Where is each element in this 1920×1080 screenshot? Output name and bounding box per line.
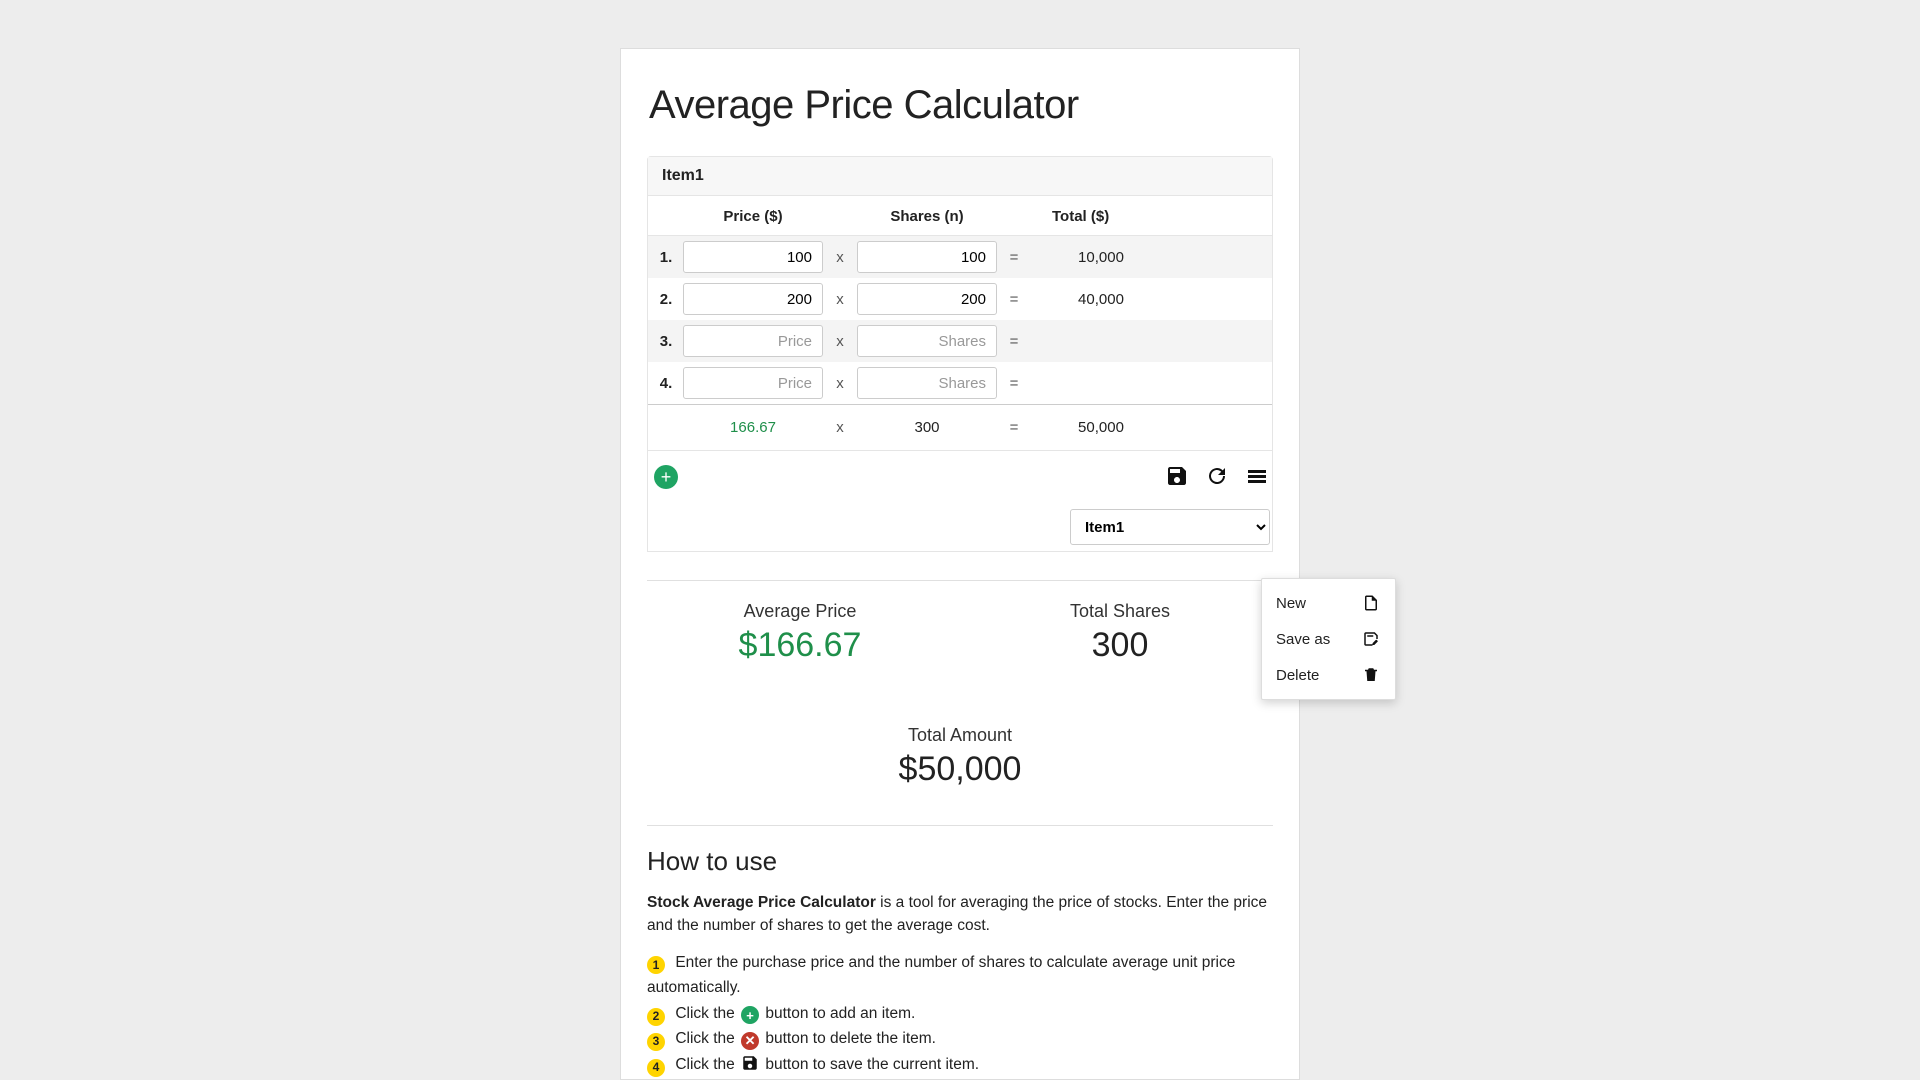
save-icon <box>741 1054 759 1072</box>
add-row-button[interactable]: + <box>654 465 678 489</box>
price-input[interactable] <box>683 367 823 399</box>
row-total: 40,000 <box>1026 278 1272 320</box>
table-row: 2. x = 40,000 <box>648 278 1272 320</box>
equals-op: = <box>1002 405 1026 451</box>
menu-label: New <box>1276 595 1306 612</box>
divider <box>647 580 1273 581</box>
col-blank-op1 <box>828 196 852 236</box>
row-index: 3. <box>648 320 678 362</box>
times-op: x <box>828 362 852 405</box>
equals-op: = <box>1002 236 1026 279</box>
shares-input[interactable] <box>857 367 997 399</box>
howto-intro: Stock Average Price Calculator is a tool… <box>647 891 1273 938</box>
step-badge: 2 <box>647 1008 665 1026</box>
price-input[interactable] <box>683 241 823 273</box>
howto-step-3: 3 Click the ✕ button to delete the item. <box>647 1026 1273 1052</box>
times-op: x <box>828 320 852 362</box>
totals-row: 166.67 x 300 = 50,000 <box>648 405 1272 451</box>
page-title: Average Price Calculator <box>649 83 1273 128</box>
menu-item-new[interactable]: New <box>1262 585 1395 621</box>
menu-icon <box>1245 464 1269 488</box>
col-blank <box>648 196 678 236</box>
step-text: Enter the purchase price and the number … <box>647 954 1235 997</box>
item-select[interactable]: Item1 <box>1070 509 1270 545</box>
totals-shares: 300 <box>852 405 1002 451</box>
refresh-icon <box>1205 464 1229 488</box>
col-blank-op2 <box>1002 196 1026 236</box>
table-row: 3. x = <box>648 320 1272 362</box>
howto-section: How to use Stock Average Price Calculato… <box>647 825 1273 1077</box>
step-badge: 3 <box>647 1033 665 1051</box>
shares-input[interactable] <box>857 241 997 273</box>
times-op: x <box>828 236 852 279</box>
equals-op: = <box>1002 362 1026 405</box>
step-text: Click the <box>675 1005 739 1022</box>
summary-section: Average Price $166.67 Total Shares 300 T… <box>647 601 1273 799</box>
summary-avg-price: Average Price $166.67 <box>700 601 900 665</box>
howto-heading: How to use <box>647 846 1273 877</box>
menu-label: Delete <box>1276 667 1319 684</box>
totals-amount: 50,000 <box>1026 405 1272 451</box>
menu-item-save-as[interactable]: Save as <box>1262 621 1395 657</box>
summary-value: 300 <box>1020 626 1220 665</box>
shares-input[interactable] <box>857 325 997 357</box>
price-input[interactable] <box>683 283 823 315</box>
equals-op: = <box>1002 278 1026 320</box>
close-icon: ✕ <box>741 1032 759 1050</box>
save-icon <box>1165 464 1189 488</box>
step-text: button to save the current item. <box>765 1056 979 1073</box>
step-text: button to delete the item. <box>765 1030 936 1047</box>
summary-total-amount: Total Amount $50,000 <box>860 725 1060 789</box>
more-menu-button[interactable] <box>1244 463 1270 489</box>
item-name-header: Item1 <box>648 157 1272 196</box>
shares-input[interactable] <box>857 283 997 315</box>
summary-value: $50,000 <box>860 750 1060 789</box>
step-badge: 1 <box>647 956 665 974</box>
step-text: Click the <box>675 1056 739 1073</box>
row-index: 1. <box>648 236 678 279</box>
summary-label: Average Price <box>700 601 900 622</box>
summary-label: Total Amount <box>860 725 1060 746</box>
col-shares: Shares (n) <box>852 196 1002 236</box>
step-text: button to add an item. <box>765 1005 915 1022</box>
step-badge: 4 <box>647 1059 665 1077</box>
step-text: Click the <box>675 1030 739 1047</box>
plus-icon: + <box>661 467 672 488</box>
item-panel: Item1 Price ($) Shares (n) Total ($) 1. … <box>647 156 1273 552</box>
howto-step-1: 1 Enter the purchase price and the numbe… <box>647 950 1273 1001</box>
row-total <box>1026 320 1272 362</box>
row-index: 4. <box>648 362 678 405</box>
plus-icon: + <box>741 1006 759 1024</box>
menu-label: Save as <box>1276 631 1330 648</box>
times-op: x <box>828 405 852 451</box>
table-row: 4. x = <box>648 362 1272 405</box>
col-price: Price ($) <box>678 196 828 236</box>
more-menu-dropdown: New Save as Delete <box>1261 578 1396 700</box>
row-index: 2. <box>648 278 678 320</box>
table-row: 1. x = 10,000 <box>648 236 1272 279</box>
menu-item-delete[interactable]: Delete <box>1262 657 1395 693</box>
summary-total-shares: Total Shares 300 <box>1020 601 1220 665</box>
row-total <box>1026 362 1272 405</box>
trash-icon <box>1361 665 1381 685</box>
summary-value: $166.67 <box>700 626 900 665</box>
file-icon <box>1361 593 1381 613</box>
totals-avg-price: 166.67 <box>678 405 828 451</box>
price-input[interactable] <box>683 325 823 357</box>
howto-intro-strong: Stock Average Price Calculator <box>647 894 876 911</box>
times-op: x <box>828 278 852 320</box>
col-total: Total ($) <box>1026 196 1272 236</box>
calc-table: Price ($) Shares (n) Total ($) 1. x = 10… <box>648 196 1272 450</box>
equals-op: = <box>1002 320 1026 362</box>
howto-step-2: 2 Click the + button to add an item. <box>647 1001 1273 1027</box>
howto-step-4: 4 Click the button to save the current i… <box>647 1052 1273 1078</box>
refresh-button[interactable] <box>1204 463 1230 489</box>
save-button[interactable] <box>1164 463 1190 489</box>
toolbar: + Item1 <box>648 450 1272 551</box>
summary-label: Total Shares <box>1020 601 1220 622</box>
save-as-icon <box>1361 629 1381 649</box>
row-total: 10,000 <box>1026 236 1272 279</box>
